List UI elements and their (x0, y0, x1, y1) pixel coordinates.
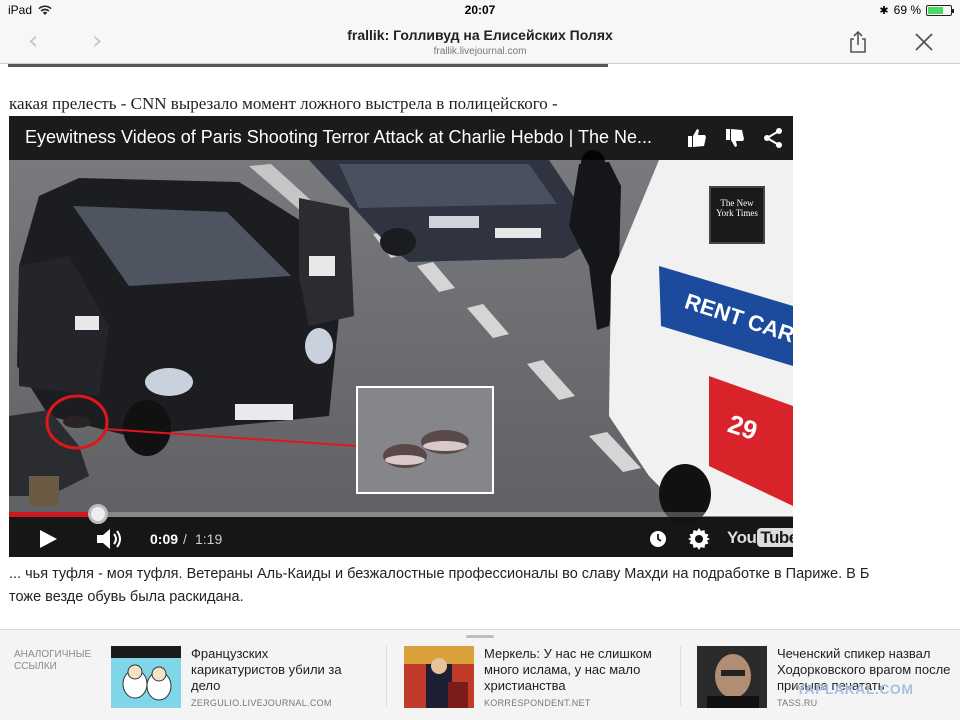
article-body-line-1: ... чья туфля - моя туфля. Ветераны Аль-… (9, 566, 870, 582)
related-item-1[interactable]: Французских карикатуристов убили за дело… (111, 646, 381, 714)
close-icon[interactable] (912, 30, 936, 54)
time-total: 1:19 (195, 531, 223, 547)
related-links-panel: АНАЛОГИЧНЫЕ ССЫЛКИ Французских карикатур… (0, 629, 960, 720)
related-links-label: АНАЛОГИЧНЫЕ ССЫЛКИ (14, 649, 92, 672)
text-overflow-fade (930, 560, 960, 610)
nyt-logo-text: The New York Times (716, 198, 758, 218)
related-item-2[interactable]: Меркель: У нас не слишком много ислама, … (404, 646, 674, 714)
related-title-2: Меркель: У нас не слишком много ислама, … (484, 646, 652, 693)
browser-toolbar: ‹ › frallik: Голливуд на Елисейских Поля… (0, 20, 960, 64)
battery-percent: 69 % (893, 3, 921, 17)
related-source-3: TASS.RU (777, 698, 818, 708)
thumb-up-icon[interactable] (685, 126, 709, 150)
video-frame: RENT CAR 29 (9, 116, 793, 557)
related-divider (386, 646, 387, 706)
related-item-3[interactable]: Чеченский спикер назвал Ходорковского вр… (697, 646, 960, 714)
video-player[interactable]: RENT CAR 29 Eyewitness Videos of Paris S… (9, 116, 793, 557)
battery-fill (928, 6, 944, 14)
article-body-line-2: тоже везде обувь была раскидана. (9, 589, 244, 605)
clock: 20:07 (464, 3, 496, 17)
related-thumbnail-3 (697, 646, 767, 708)
related-source-2: KORRESPONDENT.NET (484, 698, 591, 708)
youtube-logo-you: You (727, 528, 757, 547)
related-source-1: ZERGULIO.LIVEJOURNAL.COM (191, 698, 332, 708)
gear-icon[interactable] (687, 527, 711, 551)
play-icon[interactable] (37, 528, 59, 550)
article-headline: какая прелесть - CNN вырезало момент лож… (9, 94, 558, 113)
related-divider (680, 646, 681, 706)
video-share-icon[interactable] (761, 126, 785, 150)
time-separator: / (183, 531, 187, 547)
thumb-down-icon[interactable] (723, 126, 747, 150)
video-controls (9, 517, 793, 557)
page-title: frallik: Голливуд на Елисейских Полях (347, 27, 613, 43)
page-domain: frallik.livejournal.com (433, 46, 527, 57)
panel-grabber[interactable] (466, 635, 494, 638)
bluetooth-icon: ✱ (879, 4, 889, 17)
youtube-logo[interactable]: YouTube (727, 528, 793, 548)
watch-later-icon[interactable] (649, 530, 667, 548)
share-icon[interactable] (846, 30, 870, 54)
time-current: 0:09 (150, 531, 179, 547)
video-title[interactable]: Eyewitness Videos of Paris Shooting Terr… (25, 127, 675, 148)
status-right: ✱ 69 % (879, 3, 954, 17)
previous-content-edge (8, 64, 608, 67)
nyt-logo: The New York Times (709, 186, 765, 244)
battery-icon (926, 4, 954, 16)
related-thumbnail-1 (111, 646, 181, 708)
related-title-1: Французских карикатуристов убили за дело (191, 646, 342, 693)
related-thumbnail-2 (404, 646, 474, 708)
watermark: YAPLAKAL.COM (796, 681, 914, 697)
volume-icon[interactable] (95, 526, 125, 552)
status-bar: iPad 20:07 ✱ 69 % (0, 0, 960, 20)
youtube-logo-tube: Tube (757, 528, 793, 547)
